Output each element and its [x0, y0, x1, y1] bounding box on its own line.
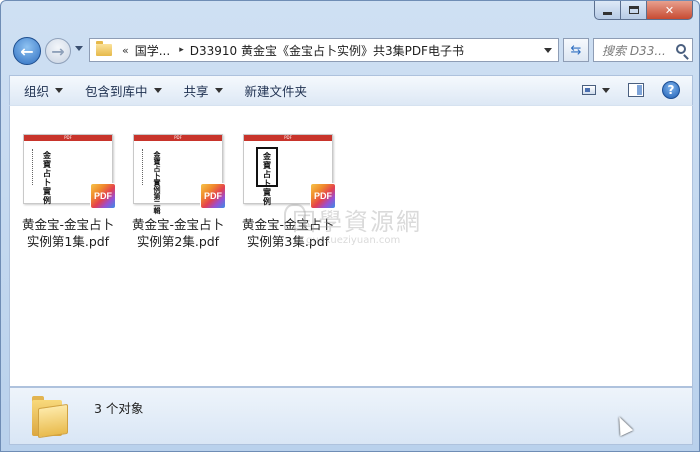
- include-in-library-menu[interactable]: 包含到库中: [77, 80, 170, 102]
- details-pane: 3 个对象: [9, 387, 693, 445]
- caption-buttons: ✕: [594, 1, 693, 21]
- organize-menu[interactable]: 组织: [16, 80, 71, 102]
- chevron-down-icon: [55, 88, 64, 93]
- pdf-thumbnail: PDF 金寶占卜實例 PDF: [23, 134, 116, 209]
- close-icon: ✕: [664, 3, 675, 17]
- breadcrumb-item-parent[interactable]: 国学...: [135, 42, 170, 59]
- back-button[interactable]: ←: [13, 37, 41, 65]
- watermark-text: 国學資源網: [292, 208, 422, 236]
- share-menu[interactable]: 共享: [176, 80, 231, 102]
- page-cover-title: 金寶占卜實例: [263, 151, 271, 206]
- file-name-line1: 黄金宝-金宝占卜: [21, 217, 114, 232]
- chevron-down-icon: [214, 88, 223, 93]
- explorer-window: ✕ ← → « 国学... ▸ D33910 黄金宝《金宝占卜实例》共3集PDF…: [0, 0, 700, 452]
- navigation-row: ← → « 国学... ▸ D33910 黄金宝《金宝占卜实例》共3集PDF电子…: [9, 35, 693, 65]
- refresh-icon: ⇆: [570, 42, 582, 58]
- close-button[interactable]: ✕: [647, 1, 693, 20]
- search-input[interactable]: 搜索 D33...: [602, 42, 670, 59]
- breadcrumb-separator-icon[interactable]: ▸: [179, 45, 184, 55]
- thumbnail-header: PDF: [244, 135, 332, 141]
- view-options-chevron-icon[interactable]: [602, 87, 610, 93]
- search-box[interactable]: 搜索 D33...: [593, 38, 693, 62]
- page-cover-title: 金寶占卜實例: [43, 150, 51, 205]
- breadcrumb-overflow[interactable]: «: [122, 44, 129, 57]
- folder-icon: [96, 41, 112, 56]
- pdf-thumbnail: PDF 金寶占卜實例 PDF: [243, 134, 336, 209]
- pdf-icon: PDF: [90, 183, 116, 209]
- new-folder-label: 新建文件夹: [244, 84, 308, 99]
- include-library-label: 包含到库中: [85, 84, 148, 99]
- file-list[interactable]: PDF 金寶占卜實例 PDF 黄金宝-金宝占卜 实例第1集.pdf PDF 金寶…: [9, 105, 693, 387]
- mouse-cursor-icon: [612, 413, 634, 437]
- page-margin-line: [142, 149, 146, 185]
- file-name[interactable]: 黄金宝-金宝占卜 实例第1集.pdf: [18, 216, 118, 250]
- recent-pages-dropdown-icon[interactable]: [75, 46, 83, 51]
- maximize-icon: [628, 6, 639, 14]
- item-count: 3 个对象: [94, 401, 144, 416]
- watermark-logo-icon: [284, 204, 306, 230]
- forward-button[interactable]: →: [45, 38, 71, 64]
- file-name[interactable]: 黄金宝-金宝占卜 实例第2集.pdf: [128, 216, 228, 250]
- thumbnail-header: PDF: [134, 135, 222, 141]
- maximize-button[interactable]: [621, 1, 647, 20]
- minimize-button[interactable]: [594, 1, 621, 20]
- search-icon[interactable]: [676, 44, 686, 54]
- address-dropdown-icon[interactable]: [544, 48, 552, 53]
- minimize-icon: [603, 11, 612, 15]
- help-icon: ?: [667, 83, 675, 97]
- change-view-icon[interactable]: [582, 85, 596, 95]
- breadcrumb-item-current[interactable]: D33910 黄金宝《金宝占卜实例》共3集PDF电子书: [190, 42, 464, 59]
- page-margin-line: [32, 149, 36, 185]
- refresh-button[interactable]: ⇆: [563, 38, 589, 62]
- pdf-icon: PDF: [200, 183, 226, 209]
- watermark: 国學資源網 guoxueziyuan.com: [284, 202, 422, 246]
- file-item[interactable]: PDF 金寶占卜實例第二輯 PDF 黄金宝-金宝占卜 实例第2集.pdf: [128, 134, 228, 250]
- toolbar-right: ?: [582, 76, 692, 104]
- share-label: 共享: [183, 84, 209, 99]
- command-toolbar: 组织 包含到库中 共享 新建文件夹 ?: [9, 75, 693, 105]
- thumbnail-header: PDF: [24, 135, 112, 141]
- forward-arrow-icon: →: [51, 41, 65, 61]
- pdf-thumbnail: PDF 金寶占卜實例第二輯 PDF: [133, 134, 226, 214]
- address-bar[interactable]: « 国学... ▸ D33910 黄金宝《金宝占卜实例》共3集PDF电子书: [89, 38, 559, 62]
- file-item[interactable]: PDF 金寶占卜實例 PDF 黄金宝-金宝占卜 实例第1集.pdf: [18, 134, 118, 250]
- folder-icon: [32, 396, 68, 439]
- chevron-down-icon: [153, 88, 162, 93]
- preview-pane-icon[interactable]: [628, 83, 644, 97]
- file-name-line2: 实例第2集.pdf: [136, 234, 220, 249]
- help-button[interactable]: ?: [662, 81, 680, 99]
- back-arrow-icon: ←: [20, 41, 34, 61]
- file-name-line1: 黄金宝-金宝占卜: [131, 217, 224, 232]
- page-cover-title: 金寶占卜實例第二輯: [153, 150, 161, 215]
- organize-label: 组织: [24, 84, 50, 99]
- new-folder-button[interactable]: 新建文件夹: [237, 80, 316, 102]
- file-name-line2: 实例第1集.pdf: [26, 234, 110, 249]
